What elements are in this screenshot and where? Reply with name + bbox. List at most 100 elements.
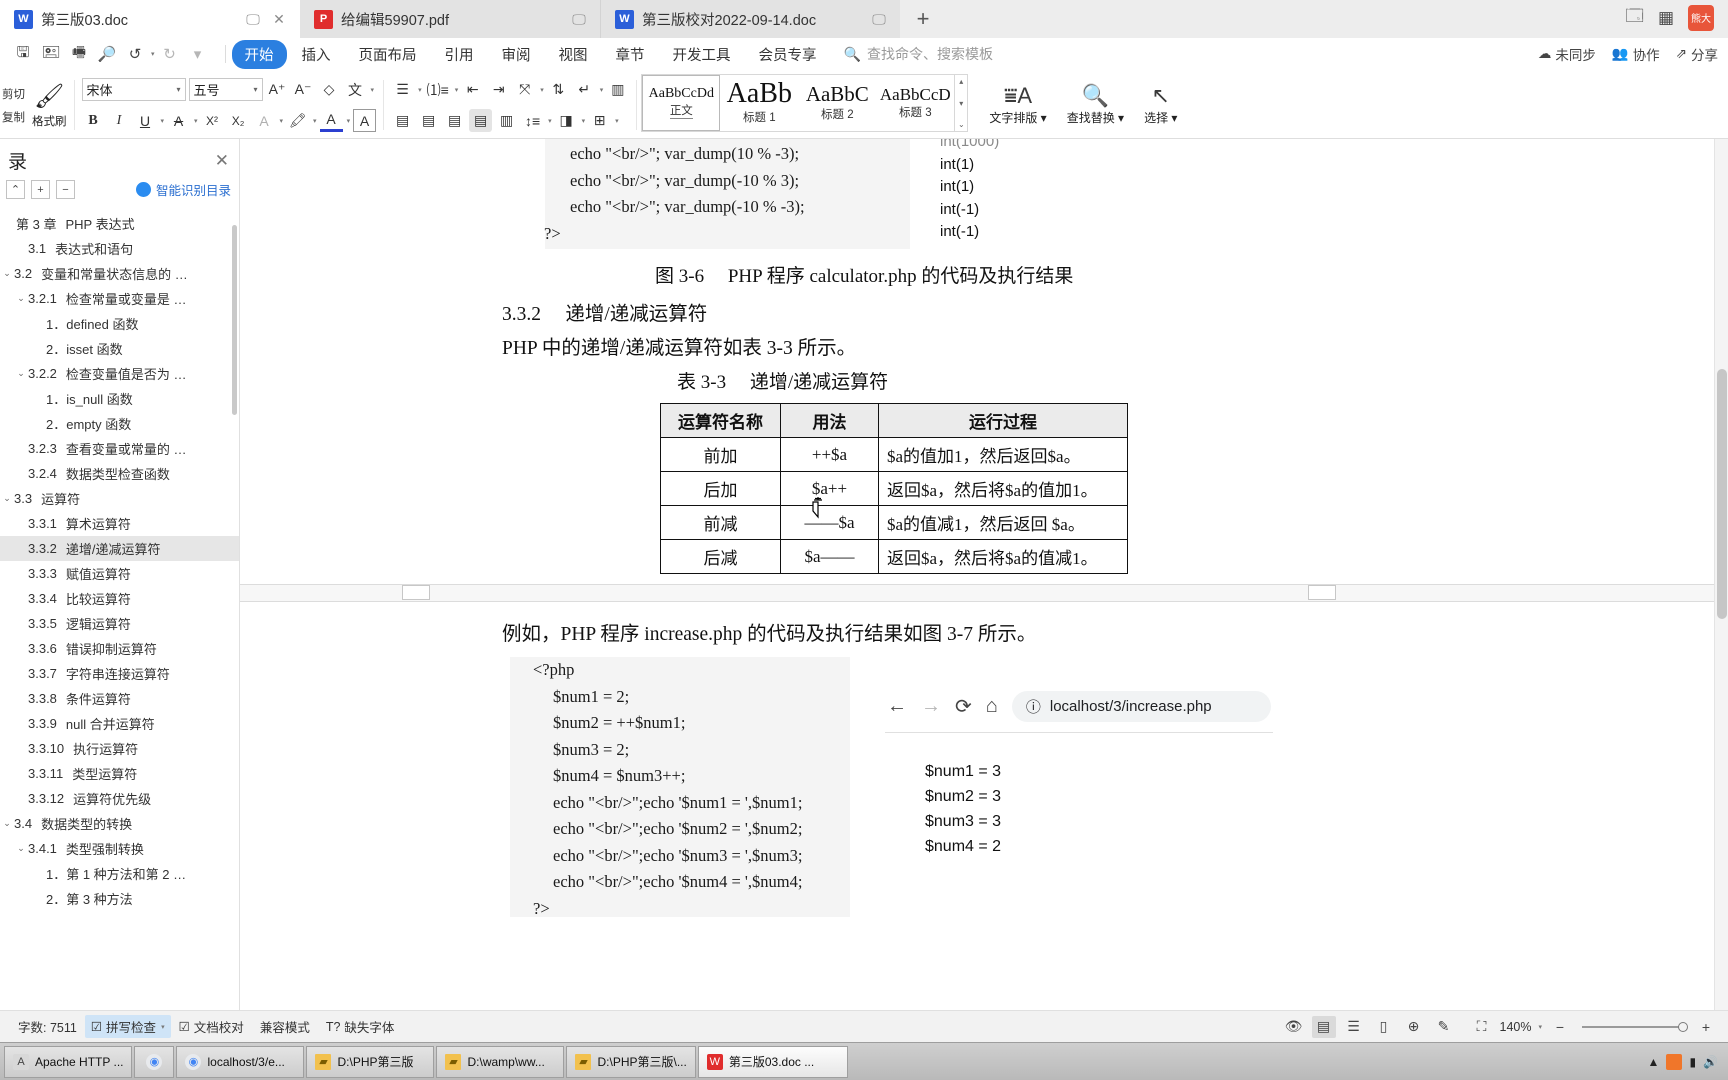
style-heading-3[interactable]: AaBbCcD 标题 3	[876, 75, 954, 131]
document-tab-1[interactable]: P 给编辑59907.pdf 🖵	[300, 0, 600, 38]
taskbar-item-chrome-pinned[interactable]: ◉	[134, 1045, 175, 1078]
outline-item-19[interactable]: 3.3.8 条件运算符	[0, 686, 239, 711]
outline-item-0[interactable]: 第 3 章 PHP 表达式	[0, 211, 239, 236]
superscript-icon[interactable]: X²	[201, 109, 224, 132]
grid-icon[interactable]: ▦	[1658, 8, 1674, 28]
outline-item-8[interactable]: 2．empty 函数	[0, 411, 239, 436]
select-button[interactable]: ↖ 选择 ▾	[1134, 84, 1187, 126]
tab-insert[interactable]: 插入	[289, 40, 344, 69]
outline-item-1[interactable]: 3.1 表达式和语句	[0, 236, 239, 261]
subscript-icon[interactable]: X₂	[227, 109, 250, 132]
zoom-level[interactable]: 140%	[1500, 1020, 1532, 1034]
address-bar[interactable]: ⓘ localhost/3/increase.php	[1011, 691, 1271, 722]
character-border-icon[interactable]: A	[253, 109, 276, 132]
font-color-icon[interactable]: A	[319, 109, 343, 132]
italic-icon[interactable]: I	[108, 109, 131, 132]
style-heading-1[interactable]: AaBb 标题 1	[720, 75, 798, 131]
outline-item-11[interactable]: ⌄ 3.3 运算符	[0, 486, 239, 511]
save-as-icon[interactable]: 🖭	[38, 41, 64, 67]
forward-icon[interactable]: →	[921, 695, 941, 718]
align-justify-icon[interactable]: ▤	[469, 109, 493, 132]
clear-format-icon[interactable]: ◇	[318, 78, 341, 101]
outline-item-3[interactable]: ⌄ 3.2.1 检查常量或变量是 …	[0, 286, 239, 311]
scroll-up-icon[interactable]: ▴	[959, 77, 963, 86]
print-icon[interactable]: 🖷	[66, 41, 92, 67]
print-preview-icon[interactable]: 🔎	[94, 41, 120, 67]
redo-icon[interactable]: ↻	[157, 41, 183, 67]
outline-item-26[interactable]: 1．第 1 种方法和第 2 …	[0, 861, 239, 886]
distribute-icon[interactable]: ▥	[495, 109, 518, 132]
chevron-down-icon[interactable]: ▾	[615, 117, 619, 125]
outline-item-27[interactable]: 2．第 3 种方法	[0, 886, 239, 911]
scroll-down-icon[interactable]: ▾	[959, 99, 963, 108]
outline-item-18[interactable]: 3.3.7 字符串连接运算符	[0, 661, 239, 686]
web-view-icon[interactable]: ⊕	[1402, 1016, 1426, 1038]
tab-references[interactable]: 引用	[432, 40, 487, 69]
collapse-level-icon[interactable]: −	[56, 180, 75, 199]
outline-item-21[interactable]: 3.3.10 执行运算符	[0, 736, 239, 761]
zoom-in-button[interactable]: +	[1694, 1016, 1718, 1038]
chevron-down-icon[interactable]: ▾	[194, 117, 198, 125]
outline-item-13[interactable]: 3.3.2 递增/递减运算符	[0, 536, 239, 561]
outline-item-5[interactable]: 2．isset 函数	[0, 336, 239, 361]
bold-icon[interactable]: B	[82, 109, 105, 132]
doc-proof-button[interactable]: ☑ 文档校对	[171, 1017, 252, 1036]
format-painter-button[interactable]: 🖌 格式刷	[32, 82, 67, 129]
save-icon[interactable]: 🖫	[10, 41, 36, 67]
find-replace-button[interactable]: 🔍 查找替换 ▾	[1057, 84, 1134, 126]
sync-status[interactable]: ☁ 未同步	[1538, 44, 1596, 64]
tab-member[interactable]: 会员专享	[746, 40, 830, 69]
align-left-icon[interactable]: ▤	[391, 109, 414, 132]
chevron-down-icon[interactable]: ▾	[548, 117, 552, 125]
align-right-icon[interactable]: ▤	[443, 109, 466, 132]
share-button[interactable]: ⇗ 分享	[1676, 44, 1718, 64]
chevron-down-icon[interactable]: ▾	[313, 117, 317, 125]
style-heading-2[interactable]: AaBbC 标题 2	[798, 75, 876, 131]
document-tab-2[interactable]: W 第三版校对2022-09-14.doc 🖵	[600, 0, 900, 38]
underline-icon[interactable]: U	[134, 109, 157, 132]
sort-icon[interactable]: ⇅	[547, 78, 570, 101]
taskbar-item-folder-php[interactable]: ▰ D:\PHP第三版	[306, 1045, 435, 1078]
show-marks-icon[interactable]: ↵	[573, 78, 596, 101]
back-icon[interactable]: ←	[887, 695, 907, 718]
strikethrough-icon[interactable]: A	[167, 109, 190, 132]
taskbar-item-folder-php2[interactable]: ▰ D:\PHP第三版\...	[566, 1045, 696, 1078]
outline-item-17[interactable]: 3.3.6 错误抑制运算符	[0, 636, 239, 661]
font-family-select[interactable]: 宋体 ▾	[81, 78, 186, 101]
outline-list[interactable]: 第 3 章 PHP 表达式 3.1 表达式和语句 ⌄ 3.2 变量和常量状态信息…	[0, 207, 239, 1010]
tab-restore-icon[interactable]: 🖵	[870, 10, 888, 28]
home-icon[interactable]: ⌂	[986, 695, 998, 718]
tab-restore-icon[interactable]: 🖵	[570, 10, 588, 28]
chevron-down-icon[interactable]: ▾	[455, 86, 459, 94]
style-normal[interactable]: AaBbCcDd 正文	[642, 75, 721, 131]
expand-gallery-icon[interactable]: ⌄	[958, 120, 965, 129]
taskbar-item-apache[interactable]: A Apache HTTP ...	[4, 1045, 133, 1078]
screen-split-icon[interactable]: 🗔	[1626, 3, 1644, 32]
outline-item-4[interactable]: 1．defined 函数	[0, 311, 239, 336]
document-scrollbar-thumb[interactable]	[1717, 369, 1727, 619]
increase-indent-icon[interactable]: ⇥	[487, 78, 510, 101]
outline-item-14[interactable]: 3.3.3 赋值运算符	[0, 561, 239, 586]
eye-icon[interactable]: 👁	[1282, 1016, 1306, 1038]
tab-start[interactable]: 开始	[231, 39, 287, 69]
missing-font-button[interactable]: T? 缺失字体	[318, 1017, 403, 1036]
outline-item-24[interactable]: ⌄ 3.4 数据类型的转换	[0, 811, 239, 836]
chevron-down-icon[interactable]: ▾	[582, 117, 586, 125]
zoom-slider-handle[interactable]	[1678, 1021, 1688, 1032]
text-layout-button[interactable]: ⩸A 文字排版 ▾	[979, 84, 1056, 126]
outline-item-9[interactable]: 3.2.3 查看变量或常量的 …	[0, 436, 239, 461]
undo-icon[interactable]: ↺	[122, 41, 148, 67]
chevron-down-icon[interactable]: ▾	[418, 86, 422, 94]
ruler-icon[interactable]: ▥	[606, 78, 629, 101]
outline-item-25[interactable]: ⌄ 3.4.1 类型强制转换	[0, 836, 239, 861]
chevron-down-icon[interactable]: ▾	[1538, 1023, 1542, 1031]
volume-icon[interactable]: 🔊	[1703, 1055, 1718, 1069]
outline-item-10[interactable]: 3.2.4 数据类型检查函数	[0, 461, 239, 486]
command-search[interactable]: 🔍 查找命令、搜索模板	[844, 44, 993, 64]
document-canvas[interactable]: echo "<br/>"; var_dump(10 % -3); echo "<…	[240, 139, 1728, 1010]
borders-icon[interactable]: ⊞	[588, 109, 611, 132]
outline-item-15[interactable]: 3.3.4 比较运算符	[0, 586, 239, 611]
chevron-down-icon[interactable]: ▾	[540, 86, 544, 94]
outline-item-16[interactable]: 3.3.5 逻辑运算符	[0, 611, 239, 636]
outline-item-12[interactable]: 3.3.1 算术运算符	[0, 511, 239, 536]
